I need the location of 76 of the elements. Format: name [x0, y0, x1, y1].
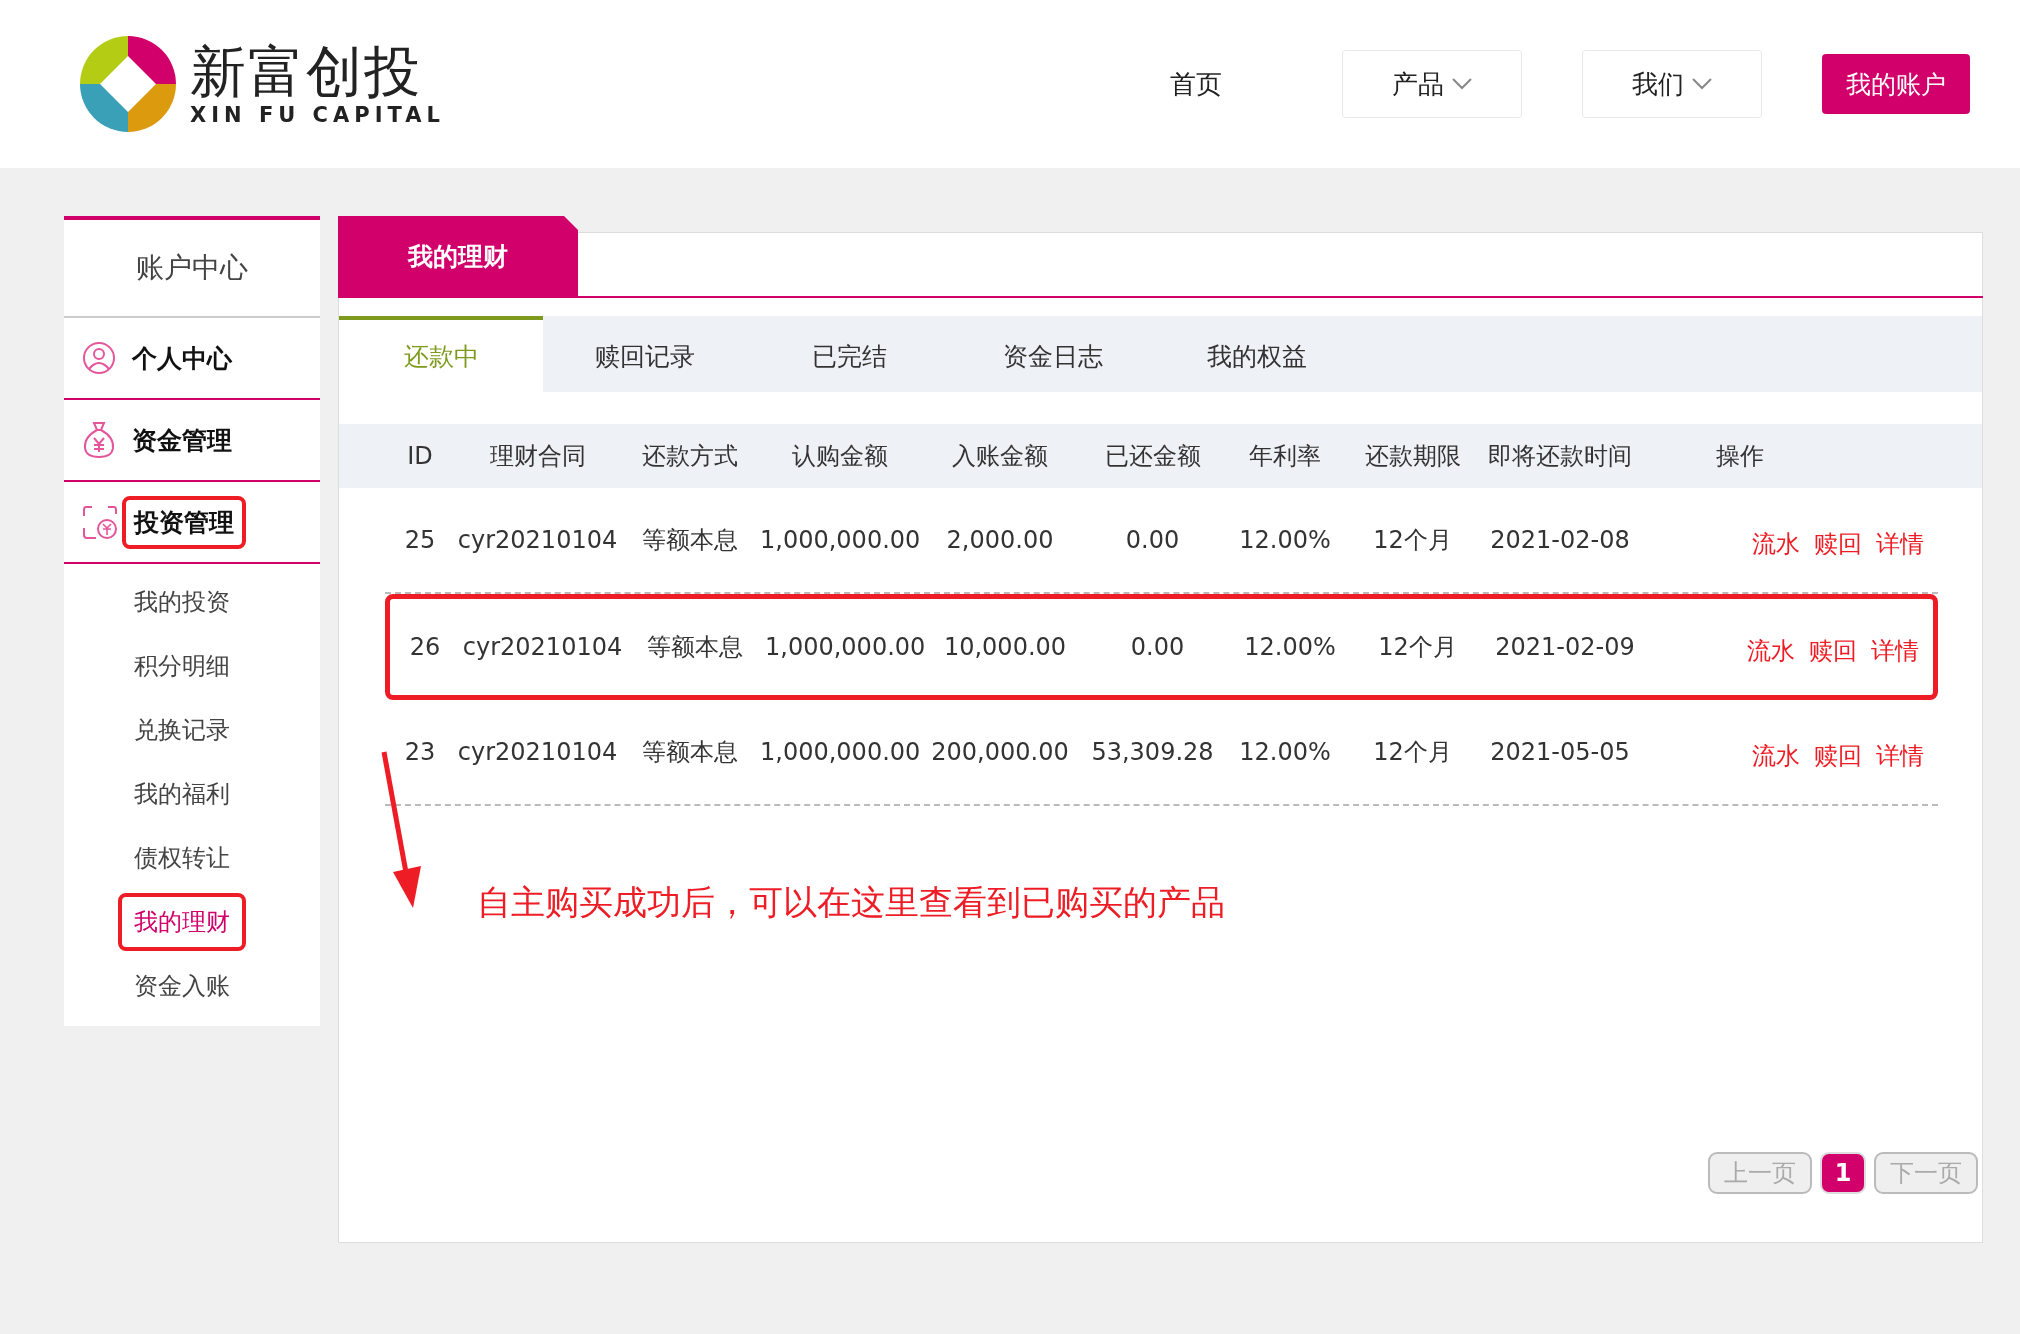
table-cell-text: 25 — [403, 526, 437, 554]
table-cell-text: 26 — [408, 633, 442, 661]
table-cell-text: 12.00% — [1238, 738, 1332, 766]
nav-dropdown[interactable]: 产品 — [1342, 50, 1522, 118]
column-header: 认购金额 — [791, 441, 889, 472]
column-header: 入账金额 — [951, 441, 1049, 472]
table-cell-text: 23 — [403, 738, 437, 766]
action-link[interactable]: 详情 — [1876, 528, 1924, 560]
table-cell-text: 2021-05-05 — [1489, 738, 1631, 766]
column-header: 还款期限 — [1363, 441, 1462, 472]
table-cell-text: 2021-02-09 — [1494, 633, 1636, 661]
table-cell-text: cyr20210104 — [461, 633, 624, 661]
money-bag-icon — [82, 421, 116, 459]
table-cell-text: 10,000.00 — [942, 633, 1068, 661]
table-cell-text: 0.00 — [1124, 526, 1181, 554]
caret-icon — [1452, 78, 1472, 90]
action-link[interactable]: 赎回 — [1809, 635, 1857, 667]
table-cell-text: 0.00 — [1129, 633, 1186, 661]
column-header: 理财合同 — [488, 441, 587, 472]
account-button[interactable]: 我的账户 — [1822, 54, 1970, 114]
sidebar-subitem[interactable]: 我的投资 — [118, 570, 246, 634]
person-icon — [82, 341, 116, 375]
table-cell-text: 53,309.28 — [1090, 738, 1215, 766]
action-link[interactable]: 赎回 — [1814, 740, 1862, 772]
tab[interactable]: 赎回记录 — [543, 316, 747, 392]
column-header: 已还金额 — [1103, 441, 1202, 472]
table-cell-text: 200,000.00 — [930, 738, 1070, 766]
panel-title: 我的理财 — [338, 216, 578, 296]
logo-text: 新富创投 — [190, 41, 423, 103]
nav-dropdown[interactable]: 我们 — [1582, 50, 1762, 118]
sidebar-subitem[interactable]: 债权转让 — [118, 826, 246, 890]
table-cell-text: 等额本息 — [646, 632, 744, 663]
table-cell-text: 12.00% — [1243, 633, 1337, 661]
table-cell-text: 2,000.00 — [945, 526, 1055, 554]
logo-icon — [78, 34, 178, 134]
column-header: ID — [406, 442, 434, 470]
table-cell-text: 12个月 — [1372, 525, 1453, 556]
sidebar-subitem[interactable]: 我的福利 — [118, 762, 246, 826]
table-cell-text: 12.00% — [1238, 526, 1332, 554]
annotation-text: 自主购买成功后，可以在这里查看到已购买的产品 — [477, 881, 1225, 924]
coin-icon — [82, 504, 118, 540]
action-link[interactable]: 流水 — [1752, 740, 1800, 772]
sidebar-subitem[interactable]: 我的理财 — [118, 893, 246, 951]
table-cell: 1,000,000.00 — [760, 526, 920, 554]
table-cell-text: 等额本息 — [641, 737, 739, 768]
page-button[interactable]: 1 — [1820, 1152, 1866, 1194]
table-cell-text: 2021-02-08 — [1489, 526, 1631, 554]
action-link[interactable]: 详情 — [1876, 740, 1924, 772]
tab[interactable]: 我的权益 — [1155, 316, 1359, 392]
column-header: 操作 — [1715, 441, 1765, 472]
table-cell-text: 等额本息 — [641, 525, 739, 556]
column-header: 年利率 — [1248, 441, 1322, 472]
action-link[interactable]: 流水 — [1747, 635, 1795, 667]
table-cell-text: cyr20210104 — [456, 738, 619, 766]
tab[interactable]: 资金日志 — [951, 316, 1155, 392]
sidebar-subitem[interactable]: 资金入账 — [118, 954, 246, 1018]
sidebar-title: 账户中心 — [64, 220, 320, 318]
table-cell-text: 12个月 — [1377, 632, 1458, 663]
table-cell: 1,000,000.00 — [765, 633, 925, 661]
table-cell-text: 12个月 — [1372, 737, 1453, 768]
column-header: 即将还款时间 — [1487, 441, 1633, 472]
sidebar-subitem[interactable]: 积分明细 — [118, 634, 246, 698]
sidebar-item[interactable]: 个人中心 — [120, 331, 244, 385]
logo-subtext: XIN FU CAPITAL — [190, 102, 445, 127]
action-link[interactable]: 详情 — [1871, 635, 1919, 667]
sidebar-item[interactable]: 资金管理 — [120, 413, 244, 467]
table-cell-text: cyr20210104 — [456, 526, 619, 554]
action-link[interactable]: 赎回 — [1814, 528, 1862, 560]
sidebar-item[interactable]: 投资管理 — [122, 495, 246, 549]
sidebar-subitem[interactable]: 兑换记录 — [118, 698, 246, 762]
table-cell: 1,000,000.00 — [760, 738, 920, 766]
nav-link[interactable]: 首页 — [1170, 66, 1222, 102]
tab[interactable]: 已完结 — [747, 316, 951, 392]
column-header: 还款方式 — [641, 441, 739, 472]
action-link[interactable]: 流水 — [1752, 528, 1800, 560]
caret-icon — [1692, 78, 1712, 90]
